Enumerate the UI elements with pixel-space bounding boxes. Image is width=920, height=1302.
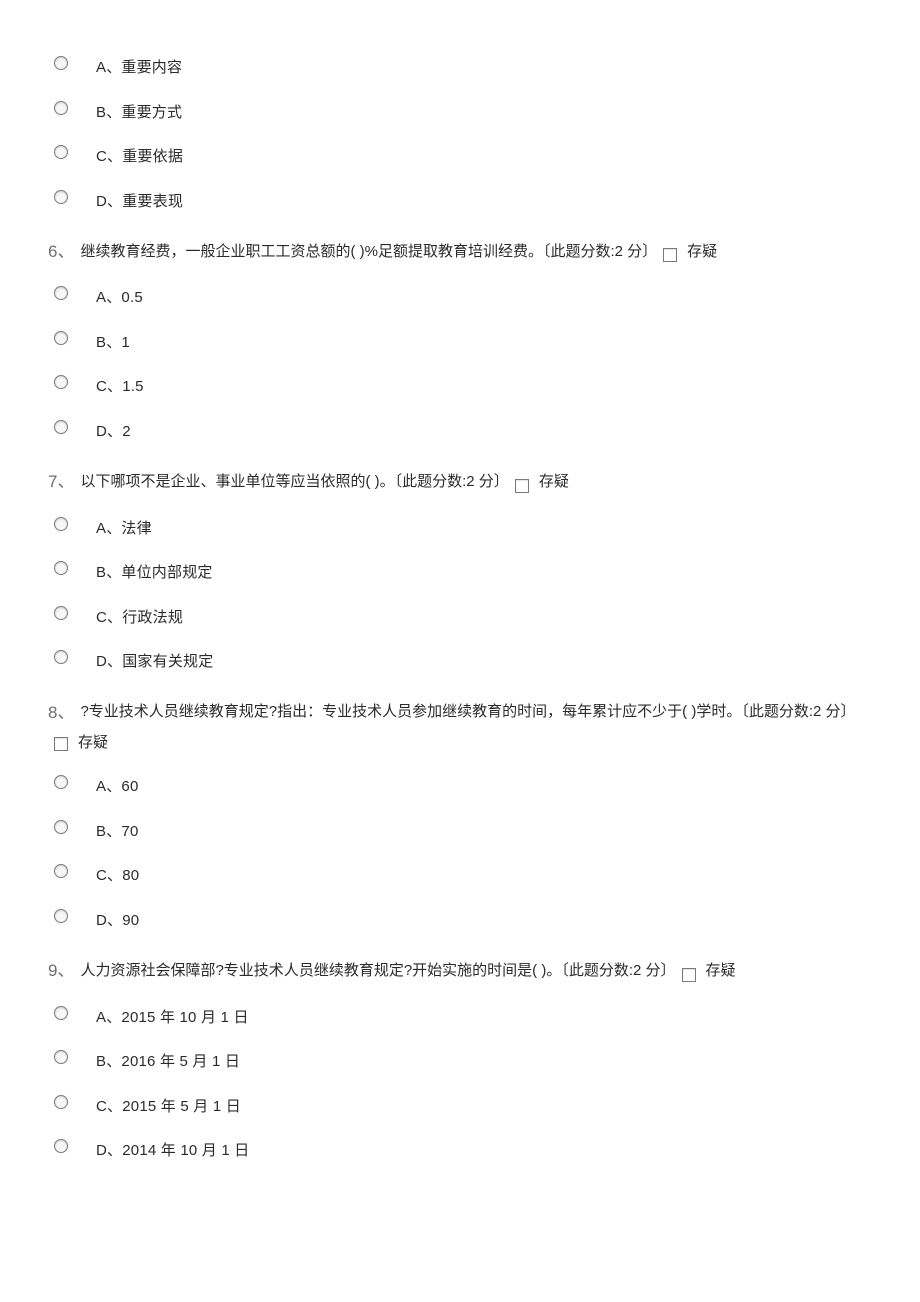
doubt-checkbox[interactable]: [515, 479, 529, 493]
doubt-checkbox[interactable]: [663, 248, 677, 262]
option-label: A、法律: [96, 513, 152, 544]
radio-icon[interactable]: [54, 1139, 68, 1153]
option-label: D、国家有关规定: [96, 646, 213, 677]
radio-icon[interactable]: [54, 190, 68, 204]
option-label: B、重要方式: [96, 97, 182, 128]
question-number: 8、: [48, 697, 74, 729]
radio-icon[interactable]: [54, 375, 68, 389]
option-label: A、2015 年 10 月 1 日: [96, 1002, 249, 1033]
radio-icon[interactable]: [54, 909, 68, 923]
option-label: C、行政法规: [96, 602, 183, 633]
question-text: 人力资源社会保障部?专业技术人员继续教育规定?开始实施的时间是( )。〔此题分数…: [80, 957, 675, 986]
option-label: C、2015 年 5 月 1 日: [96, 1091, 241, 1122]
option-label: C、80: [96, 860, 139, 891]
question-number: 9、: [48, 955, 74, 987]
option-label: A、0.5: [96, 282, 143, 313]
radio-icon[interactable]: [54, 1095, 68, 1109]
option-label: B、单位内部规定: [96, 557, 213, 588]
doubt-label: 存疑: [687, 238, 717, 267]
radio-icon[interactable]: [54, 101, 68, 115]
radio-icon[interactable]: [54, 56, 68, 70]
question-number: 6、: [48, 236, 74, 268]
radio-icon[interactable]: [54, 650, 68, 664]
option-label: D、重要表现: [96, 186, 183, 217]
radio-icon[interactable]: [54, 420, 68, 434]
doubt-label: 存疑: [539, 468, 569, 497]
radio-icon[interactable]: [54, 331, 68, 345]
radio-icon[interactable]: [54, 517, 68, 531]
option-label: C、重要依据: [96, 141, 183, 172]
doubt-checkbox[interactable]: [54, 737, 68, 751]
radio-icon[interactable]: [54, 145, 68, 159]
radio-icon[interactable]: [54, 561, 68, 575]
doubt-label: 存疑: [78, 729, 108, 758]
question-text: 以下哪项不是企业、事业单位等应当依照的( )。〔此题分数:2 分〕: [80, 468, 508, 497]
option-label: D、90: [96, 905, 139, 936]
option-label: B、70: [96, 816, 139, 847]
option-label: B、2016 年 5 月 1 日: [96, 1046, 240, 1077]
question-text: 继续教育经费，一般企业职工工资总额的( )%足额提取教育培训经费。〔此题分数:2…: [80, 238, 657, 267]
option-label: B、1: [96, 327, 130, 358]
radio-icon[interactable]: [54, 820, 68, 834]
option-label: D、2014 年 10 月 1 日: [96, 1135, 249, 1166]
doubt-label: 存疑: [706, 957, 736, 986]
question-number: 7、: [48, 466, 74, 498]
option-label: D、2: [96, 416, 131, 447]
radio-icon[interactable]: [54, 286, 68, 300]
radio-icon[interactable]: [54, 864, 68, 878]
radio-icon[interactable]: [54, 775, 68, 789]
option-label: A、重要内容: [96, 52, 182, 83]
radio-icon[interactable]: [54, 606, 68, 620]
option-label: C、1.5: [96, 371, 144, 402]
radio-icon[interactable]: [54, 1006, 68, 1020]
option-label: A、60: [96, 771, 139, 802]
radio-icon[interactable]: [54, 1050, 68, 1064]
doubt-checkbox[interactable]: [682, 968, 696, 982]
question-text: ?专业技术人员继续教育规定?指出：专业技术人员参加继续教育的时间，每年累计应不少…: [80, 698, 855, 727]
